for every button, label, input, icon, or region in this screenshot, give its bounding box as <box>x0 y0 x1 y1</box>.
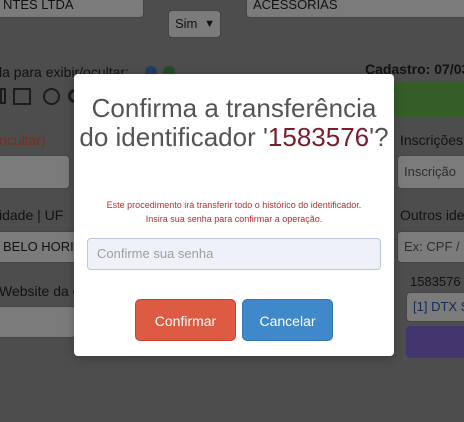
dialog-title: Confirma a transferência do identificado… <box>74 94 394 152</box>
dialog-message: Este procedimento irá transferir todo o … <box>84 198 384 226</box>
identifier-value: 1583576 <box>267 122 370 152</box>
confirm-button[interactable]: Confirmar <box>135 299 236 341</box>
cancel-button[interactable]: Cancelar <box>242 299 333 341</box>
message-line-1: Este procedimento irá transferir todo o … <box>106 200 362 210</box>
password-placeholder: Confirme sua senha <box>97 246 214 261</box>
confirm-transfer-dialog: Confirma a transferência do identificado… <box>74 74 394 356</box>
password-input[interactable]: Confirme sua senha <box>87 238 381 270</box>
message-line-2: Insira sua senha para confirmar a operaç… <box>145 214 323 224</box>
title-suffix: '? <box>369 122 389 152</box>
